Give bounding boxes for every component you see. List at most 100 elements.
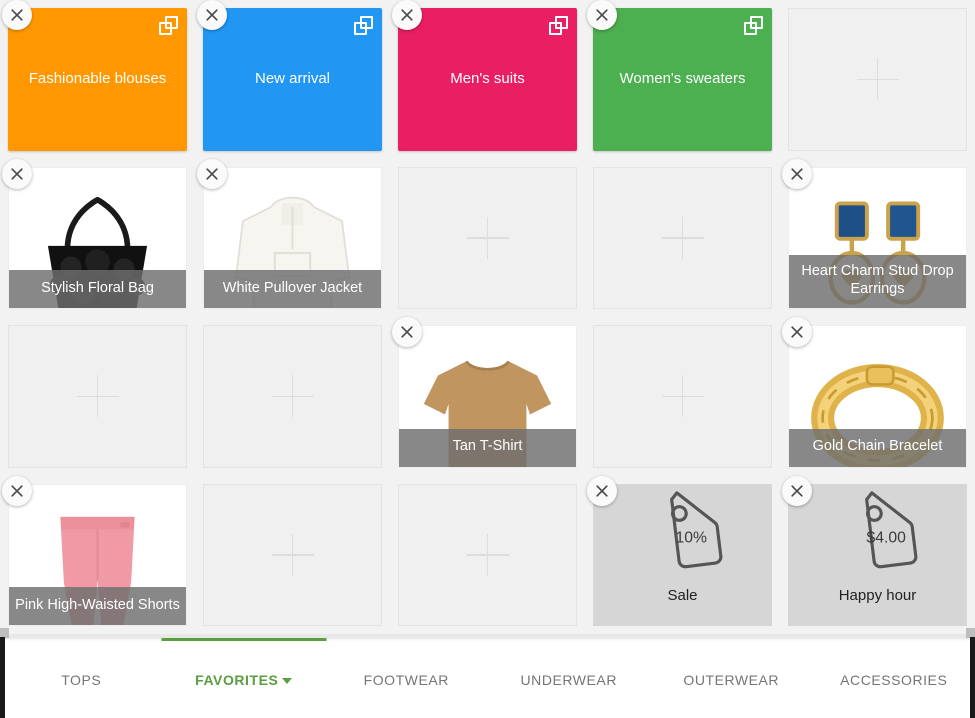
tile-grid: Fashionable blouses New arrival Men's suit… [0, 0, 975, 634]
bottom-tab-bar: TOPS FAVORITES FOOTWEAR UNDERWEAR OUTERWEAR A… [0, 634, 975, 718]
grid-cell [585, 317, 780, 476]
empty-tile-add-slot[interactable] [398, 167, 577, 310]
grid-cell [780, 0, 975, 159]
grid-cell: $4.00 Happy hour [780, 476, 975, 635]
copy-icon[interactable] [549, 16, 568, 35]
copy-icon[interactable] [354, 16, 373, 35]
grid-cell: Women's sweaters [585, 0, 780, 159]
tag-tile[interactable]: 10% Sale [593, 484, 772, 627]
color-tile[interactable]: New arrival [203, 8, 382, 151]
tab-label: UNDERWEAR [521, 672, 617, 688]
empty-tile-add-slot[interactable] [593, 325, 772, 468]
product-tile-label: Gold Chain Bracelet [789, 429, 966, 467]
tab-label: OUTERWEAR [683, 672, 779, 688]
grid-cell [0, 317, 195, 476]
plus-icon [77, 375, 119, 417]
tab-active-indicator [161, 638, 326, 641]
grid-cell: 10% Sale [585, 476, 780, 635]
empty-tile-add-slot[interactable] [203, 325, 382, 468]
grid-cell: Fashionable blouses [0, 0, 195, 159]
scrollbar-right[interactable] [970, 637, 975, 718]
plus-icon [857, 58, 899, 100]
close-icon[interactable] [2, 159, 32, 189]
copy-icon[interactable] [159, 16, 178, 35]
app-root: Fashionable blouses New arrival Men's suit… [0, 0, 975, 718]
plus-icon [662, 375, 704, 417]
tab-label: ACCESSORIES [840, 672, 947, 688]
color-tile-label: New arrival [243, 70, 342, 89]
product-tile[interactable]: Stylish Floral Bag [8, 167, 187, 310]
product-tile[interactable]: Heart Charm Stud Drop Earrings [788, 167, 967, 310]
product-tile[interactable]: Tan T-Shirt [398, 325, 577, 468]
tab-accessories[interactable]: ACCESSORIES [813, 641, 975, 718]
price-tag-icon: 10% [630, 491, 735, 596]
tab-outerwear[interactable]: OUTERWEAR [650, 641, 813, 718]
close-icon[interactable] [587, 0, 617, 30]
scrollbar-left[interactable] [0, 637, 5, 718]
close-icon[interactable] [392, 317, 422, 347]
plus-icon [467, 534, 509, 576]
tab-tops[interactable]: TOPS [0, 641, 163, 718]
tab-label: TOPS [61, 672, 101, 688]
color-tile-label: Women's sweaters [608, 70, 758, 89]
close-icon[interactable] [587, 476, 617, 506]
tag-tile-label: Happy hour [788, 587, 967, 604]
grid-cell: Tan T-Shirt [390, 317, 585, 476]
tab-bar-top-divider [0, 634, 975, 641]
close-icon[interactable] [197, 159, 227, 189]
product-tile[interactable]: Gold Chain Bracelet [788, 325, 967, 468]
empty-tile-add-slot[interactable] [203, 484, 382, 627]
copy-icon[interactable] [744, 16, 763, 35]
grid-cell [195, 476, 390, 635]
grid-cell [195, 317, 390, 476]
close-icon[interactable] [392, 0, 422, 30]
price-tag-value: 10% [675, 530, 707, 547]
close-icon[interactable] [197, 0, 227, 30]
close-icon[interactable] [782, 317, 812, 347]
close-icon[interactable] [2, 476, 32, 506]
plus-icon [272, 534, 314, 576]
color-tile[interactable]: Men's suits [398, 8, 577, 151]
tab-favorites[interactable]: FAVORITES [163, 641, 326, 718]
tab-underwear[interactable]: UNDERWEAR [488, 641, 651, 718]
price-tag-icon: $4.00 [825, 491, 930, 596]
color-tile-label: Men's suits [438, 70, 537, 89]
product-tile-label: Pink High-Waisted Shorts [9, 587, 186, 625]
product-tile-label: Heart Charm Stud Drop Earrings [789, 255, 966, 308]
tab-list: TOPS FAVORITES FOOTWEAR UNDERWEAR OUTERWEAR A… [0, 641, 975, 718]
tab-label: FOOTWEAR [364, 672, 449, 688]
grid-cell: Men's suits [390, 0, 585, 159]
grid-cell [585, 159, 780, 318]
grid-cell: New arrival [195, 0, 390, 159]
chevron-down-icon[interactable] [282, 678, 292, 684]
grid-cell [390, 159, 585, 318]
close-icon[interactable] [782, 476, 812, 506]
product-tile[interactable]: White Pullover Jacket [203, 167, 382, 310]
close-icon[interactable] [2, 0, 32, 30]
color-tile[interactable]: Women's sweaters [593, 8, 772, 151]
grid-cell: Pink High-Waisted Shorts [0, 476, 195, 635]
plus-icon [467, 217, 509, 259]
empty-tile-add-slot[interactable] [788, 8, 967, 151]
empty-tile-add-slot[interactable] [398, 484, 577, 627]
grid-cell: Gold Chain Bracelet [780, 317, 975, 476]
tab-footwear[interactable]: FOOTWEAR [325, 641, 488, 718]
grid-cell: Heart Charm Stud Drop Earrings [780, 159, 975, 318]
close-icon[interactable] [782, 159, 812, 189]
plus-icon [272, 375, 314, 417]
product-tile-label: White Pullover Jacket [204, 270, 381, 308]
grid-cell: White Pullover Jacket [195, 159, 390, 318]
empty-tile-add-slot[interactable] [593, 167, 772, 310]
price-tag-value: $4.00 [866, 530, 906, 547]
empty-tile-add-slot[interactable] [8, 325, 187, 468]
grid-cell [390, 476, 585, 635]
tag-tile[interactable]: $4.00 Happy hour [788, 484, 967, 627]
grid-cell: Stylish Floral Bag [0, 159, 195, 318]
color-tile[interactable]: Fashionable blouses [8, 8, 187, 151]
tag-tile-label: Sale [593, 587, 772, 604]
color-tile-label: Fashionable blouses [17, 70, 179, 89]
tab-label: FAVORITES [195, 672, 278, 688]
product-tile-label: Stylish Floral Bag [9, 270, 186, 308]
product-tile[interactable]: Pink High-Waisted Shorts [8, 484, 187, 627]
plus-icon [662, 217, 704, 259]
